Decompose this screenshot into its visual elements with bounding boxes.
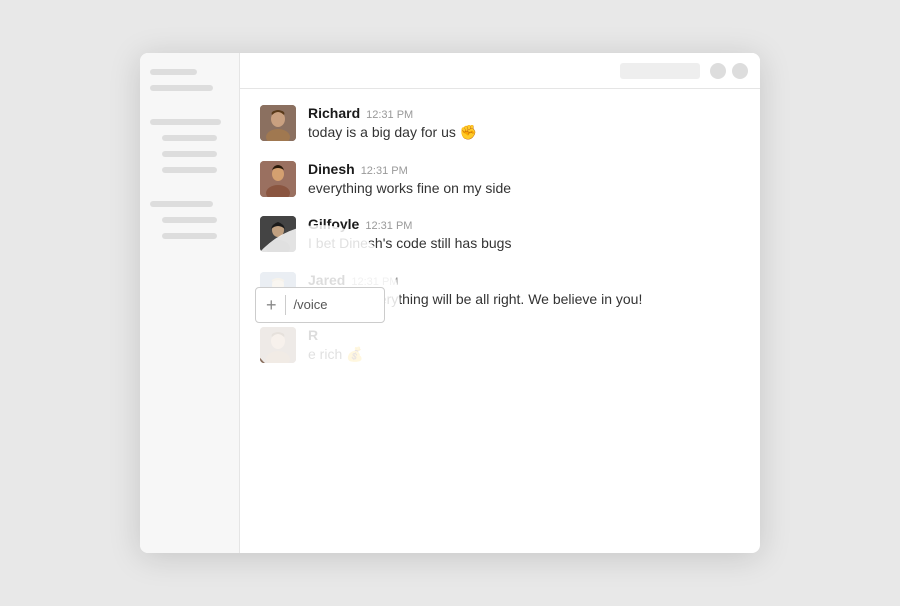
voice-command[interactable]: /voice — [294, 297, 328, 312]
message-richard: Richard 12:31 PM today is a big day for … — [260, 105, 740, 143]
message-text-richard: today is a big day for us ✊ — [308, 123, 477, 143]
sidebar — [140, 53, 240, 553]
sidebar-line[interactable] — [150, 119, 221, 125]
message-header-dinesh: Dinesh 12:31 PM — [308, 161, 511, 177]
message-header-richard: Richard 12:31 PM — [308, 105, 477, 121]
avatar-dinesh — [260, 161, 296, 197]
sidebar-line — [150, 85, 213, 91]
message-time-dinesh: 12:31 PM — [361, 165, 408, 177]
app-window: Richard 12:31 PM today is a big day for … — [140, 53, 760, 553]
message-body-dinesh: Dinesh 12:31 PM everything works fine on… — [308, 161, 511, 199]
sidebar-line[interactable] — [150, 201, 213, 207]
sidebar-line[interactable] — [162, 217, 217, 223]
sidebar-line — [150, 69, 197, 75]
sidebar-line[interactable] — [162, 167, 217, 173]
avatar-richard — [260, 105, 296, 141]
message-time-richard: 12:31 PM — [366, 109, 413, 121]
message-name-dinesh: Dinesh — [308, 161, 355, 177]
window-btn-2[interactable] — [732, 63, 748, 79]
message-name-richard: Richard — [308, 105, 360, 121]
circle-overlay: + /voice — [240, 225, 400, 385]
message-dinesh: Dinesh 12:31 PM everything works fine on… — [260, 161, 740, 199]
sidebar-line[interactable] — [162, 233, 217, 239]
input-divider — [285, 295, 286, 315]
message-text-dinesh: everything works fine on my side — [308, 179, 511, 199]
plus-icon[interactable]: + — [266, 296, 277, 314]
window-btn-1[interactable] — [710, 63, 726, 79]
sidebar-line[interactable] — [162, 135, 217, 141]
message-body-richard: Richard 12:31 PM today is a big day for … — [308, 105, 477, 143]
sidebar-line[interactable] — [162, 151, 217, 157]
input-box[interactable]: + /voice — [255, 287, 385, 323]
title-bar — [240, 53, 760, 89]
chat-main: Richard 12:31 PM today is a big day for … — [240, 89, 760, 553]
message-richard2: R e rich 💰 + /voice — [260, 327, 740, 365]
search-bar[interactable] — [620, 63, 700, 79]
message-time-gilfoyle: 12:31 PM — [365, 220, 412, 232]
